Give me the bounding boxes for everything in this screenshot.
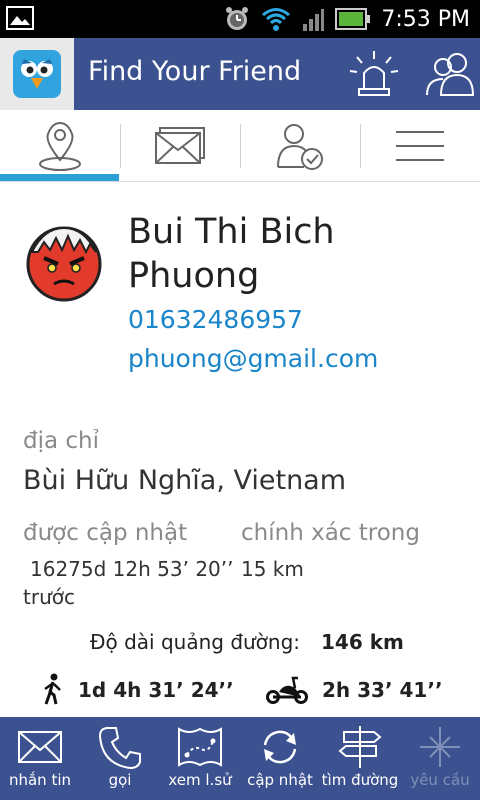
location-pin-icon <box>39 121 81 171</box>
find-route-label: tìm đường <box>321 771 399 789</box>
update-button[interactable]: cập nhật <box>240 717 320 800</box>
updated-label: được cập nhật <box>23 520 188 546</box>
people-icon <box>426 53 475 96</box>
send-message-label: nhắn tin <box>8 771 72 789</box>
status-bar: 7:53 PM <box>0 0 480 38</box>
distance-label: Độ dài quảng đường: <box>90 630 301 654</box>
app-logo[interactable] <box>0 38 74 110</box>
contact-check-icon <box>277 124 323 170</box>
request-button[interactable]: yêu cầu <box>400 717 480 800</box>
tab-selected-indicator <box>0 174 119 181</box>
battery-icon <box>335 8 371 30</box>
accuracy-label: chính xác trong <box>241 520 420 546</box>
update-label: cập nhật <box>247 771 313 789</box>
status-time: 7:53 PM <box>381 6 470 32</box>
view-history-label: xem l.sử <box>168 771 232 789</box>
avatar <box>26 226 102 302</box>
walking-time: 1d 4h 31’ 24’’ <box>78 678 234 702</box>
tab-bar <box>0 110 480 182</box>
address-value: Bùi Hữu Nghĩa, Vietnam <box>23 465 347 496</box>
walking-icon <box>44 673 61 705</box>
signpost-icon <box>338 726 382 768</box>
menu-icon <box>396 131 444 161</box>
friends-button[interactable] <box>422 46 478 102</box>
envelope-icon <box>155 127 205 164</box>
wifi-icon <box>262 8 291 31</box>
app-bar: Find Your Friend <box>0 38 480 110</box>
app-title: Find Your Friend <box>88 56 302 87</box>
find-route-button[interactable]: tìm đường <box>320 717 400 800</box>
view-history-button[interactable]: xem l.sử <box>160 717 240 800</box>
accuracy-value: 15 km <box>241 557 304 581</box>
contact-phone-link[interactable]: 01632486957 <box>128 305 303 334</box>
alarm-icon <box>226 7 249 30</box>
scooter-icon <box>266 676 308 704</box>
call-label: gọi <box>108 771 132 789</box>
tab-contact-verify[interactable] <box>240 110 360 182</box>
request-label: yêu cầu <box>410 771 470 789</box>
distance-value: 146 km <box>321 630 404 654</box>
scooter-time: 2h 33’ 41’’ <box>322 678 443 702</box>
phone-icon <box>98 727 141 770</box>
bird-logo-icon <box>13 50 61 98</box>
siren-icon <box>349 51 399 96</box>
cell-signal-icon <box>303 9 325 31</box>
updated-value: 16275d 12h 53’ 20’’ <box>30 557 234 581</box>
map-icon <box>178 727 222 767</box>
call-button[interactable]: gọi <box>80 717 160 800</box>
tab-messages[interactable] <box>120 110 240 182</box>
contact-email-link[interactable]: phuong@gmail.com <box>128 344 378 373</box>
envelope-icon <box>18 731 62 763</box>
contact-name: Bui Thi Bich Phuong <box>128 212 335 296</box>
send-message-button[interactable]: nhắn tin <box>0 717 80 800</box>
alert-siren-button[interactable] <box>346 46 402 102</box>
tab-menu[interactable] <box>360 110 480 182</box>
tab-location[interactable] <box>0 110 120 182</box>
address-label: địa chỉ <box>23 428 100 454</box>
updated-suffix: trước <box>23 585 75 609</box>
image-notification-icon <box>6 6 34 30</box>
request-icon <box>420 727 460 767</box>
refresh-icon <box>263 730 297 764</box>
bottom-action-bar: nhắn tin gọi xem l.sử cập nhật tìm đường… <box>0 717 480 800</box>
